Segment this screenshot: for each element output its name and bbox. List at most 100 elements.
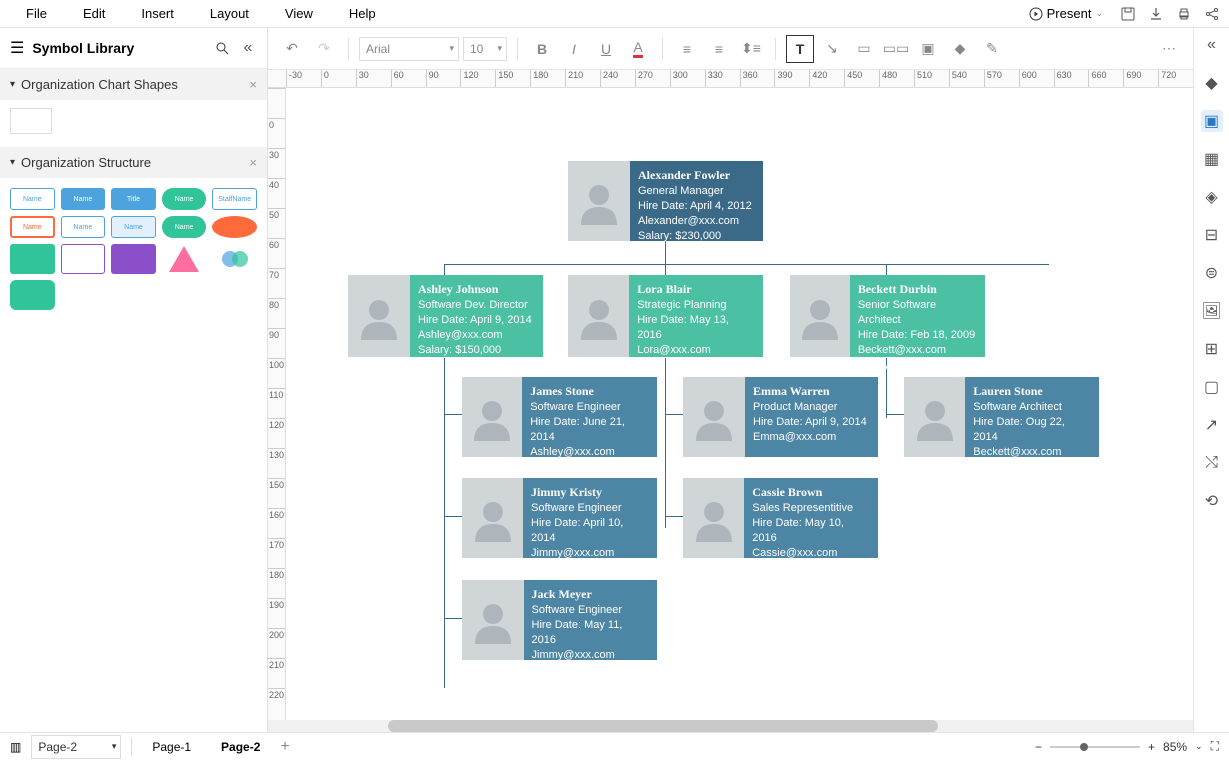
shape-thumbnail[interactable]: Name	[111, 216, 156, 238]
download-icon[interactable]	[1147, 5, 1165, 23]
shape-thumbnail[interactable]: Name	[61, 188, 106, 210]
distribute-button[interactable]: ▭▭	[882, 35, 910, 63]
org-node[interactable]: Alexander FowlerGeneral ManagerHire Date…	[568, 161, 763, 241]
page-layout-icon[interactable]: ▥	[10, 740, 21, 754]
layout-icon[interactable]: ⊞	[1201, 338, 1223, 360]
canvas[interactable]: Alexander FowlerGeneral ManagerHire Date…	[286, 88, 1193, 720]
shape-thumbnail[interactable]	[61, 244, 106, 274]
shape-thumbnail[interactable]: Name	[10, 188, 55, 210]
tab-page-1[interactable]: Page-1	[142, 736, 201, 758]
avatar	[348, 275, 410, 357]
zoom-slider[interactable]	[1050, 746, 1140, 748]
italic-button[interactable]: I	[560, 35, 588, 63]
underline-button[interactable]: U	[592, 35, 620, 63]
org-node[interactable]: Lora BlairStrategic PlanningHire Date: M…	[568, 275, 763, 357]
history-icon[interactable]: ⟲	[1201, 490, 1223, 512]
ruler-vertical: 0304050607080901001101201301501601701801…	[268, 88, 286, 720]
tab-page-2[interactable]: Page-2	[211, 736, 270, 758]
zoom-out-button[interactable]: −	[1035, 740, 1042, 754]
menu-layout[interactable]: Layout	[192, 2, 267, 25]
collapse-sidebar-icon[interactable]: «	[239, 39, 257, 57]
redo-button[interactable]: ↷	[310, 35, 338, 63]
shape-thumbnail[interactable]: Name	[61, 216, 106, 238]
right-rail: « ◆ ▣ ▦ ◈ ⊟ ⊜ 🖼 ⊞ ▢ ↗ ⤭ ⟲	[1193, 28, 1229, 732]
navigator-icon[interactable]: ▣	[1201, 110, 1223, 132]
text-tool-button[interactable]: T	[786, 35, 814, 63]
undo-button[interactable]: ↶	[278, 35, 306, 63]
panel-org-structure[interactable]: ▾ Organization Structure ×	[0, 147, 267, 178]
menu-edit[interactable]: Edit	[65, 2, 123, 25]
line-spacing-button[interactable]: ⬍≡	[737, 35, 765, 63]
play-icon	[1029, 7, 1043, 21]
more-button[interactable]: ⋯	[1155, 35, 1183, 63]
comments-icon[interactable]: ⊟	[1201, 224, 1223, 246]
zoom-level: 85%	[1163, 740, 1187, 754]
shape-thumbnail[interactable]: Title	[111, 188, 156, 210]
close-icon[interactable]: ×	[249, 77, 257, 92]
present-button[interactable]: Present ⌄	[1023, 4, 1109, 23]
panel-org-chart-shapes[interactable]: ▾ Organization Chart Shapes ×	[0, 69, 267, 100]
shape-thumbnail[interactable]	[162, 244, 207, 274]
expand-rail-icon[interactable]: «	[1201, 34, 1223, 56]
bold-button[interactable]: B	[528, 35, 556, 63]
search-icon[interactable]	[213, 39, 231, 57]
shape-thumbnail[interactable]: Name	[162, 188, 207, 210]
menu-insert[interactable]: Insert	[123, 2, 192, 25]
grid-icon[interactable]: ▦	[1201, 148, 1223, 170]
group-button[interactable]: ▣	[914, 35, 942, 63]
data-icon[interactable]: ⊜	[1201, 262, 1223, 284]
shape-thumbnail[interactable]	[10, 244, 55, 274]
image-icon[interactable]: 🖼	[1201, 300, 1223, 322]
connector-tool-button[interactable]: ↘	[818, 35, 846, 63]
shape-thumbnail[interactable]: Name	[162, 216, 207, 238]
close-icon[interactable]: ×	[249, 155, 257, 170]
org-node[interactable]: Ashley JohnsonSoftware Dev. DirectorHire…	[348, 275, 543, 357]
shape-thumbnail[interactable]: StaffName	[212, 188, 257, 210]
fill-icon[interactable]: ◆	[1201, 72, 1223, 94]
shape-thumbnail[interactable]: Name	[10, 216, 55, 238]
horizontal-scrollbar[interactable]	[268, 720, 1193, 732]
shape-thumbnail[interactable]	[111, 244, 156, 274]
share-icon[interactable]	[1203, 5, 1221, 23]
align-left-button[interactable]: ≡	[673, 35, 701, 63]
format-toolbar: ↶ ↷ Arial 10 B I U A ≡ ≡ ⬍≡ T ↘ ▭ ▭▭ ▣ ◆…	[268, 28, 1193, 70]
org-node[interactable]: Jimmy KristySoftware EngineerHire Date: …	[462, 478, 657, 558]
font-color-button[interactable]: A	[624, 35, 652, 63]
shape-thumbnail[interactable]	[212, 216, 257, 238]
org-node[interactable]: James StoneSoftware EngineerHire Date: J…	[462, 377, 657, 457]
menu-help[interactable]: Help	[331, 2, 394, 25]
menu-file[interactable]: File	[8, 2, 65, 25]
print-icon[interactable]	[1175, 5, 1193, 23]
fullscreen-button[interactable]: ⛶	[1211, 739, 1219, 754]
avatar	[462, 580, 524, 660]
org-node[interactable]: Emma WarrenProduct ManagerHire Date: Apr…	[683, 377, 878, 457]
shape-thumbnail[interactable]	[10, 108, 52, 134]
clipboard-icon[interactable]: ▢	[1201, 376, 1223, 398]
shuffle-icon[interactable]: ⤭	[1201, 452, 1223, 474]
align-center-button[interactable]: ≡	[705, 35, 733, 63]
symbol-library-sidebar: ☰ Symbol Library « ▾ Organization Chart …	[0, 28, 268, 732]
save-icon[interactable]	[1119, 5, 1137, 23]
chevron-down-icon[interactable]: ⌄	[1195, 741, 1203, 752]
avatar	[904, 377, 965, 457]
shape-align-button[interactable]: ▭	[850, 35, 878, 63]
shape-thumbnail[interactable]	[212, 244, 257, 274]
ruler-horizontal: -300306090120150180210240270300330360390…	[268, 70, 1193, 88]
zoom-in-button[interactable]: +	[1148, 740, 1155, 754]
font-size-select[interactable]: 10	[463, 37, 507, 61]
line-style-button[interactable]: ✎	[978, 35, 1006, 63]
org-node[interactable]: Beckett DurbinSenior Software ArchitectH…	[790, 275, 985, 357]
avatar	[568, 161, 630, 241]
sidebar-title: Symbol Library	[32, 40, 205, 56]
org-node[interactable]: Cassie BrownSales RepresentitiveHire Dat…	[683, 478, 878, 558]
shape-thumbnail[interactable]	[10, 280, 55, 310]
page-selector[interactable]: Page-2	[31, 735, 121, 759]
font-select[interactable]: Arial	[359, 37, 459, 61]
layers-icon[interactable]: ◈	[1201, 186, 1223, 208]
menu-view[interactable]: View	[267, 2, 331, 25]
org-node[interactable]: Lauren StoneSoftware ArchitectHire Date:…	[904, 377, 1099, 457]
link-icon[interactable]: ↗	[1201, 414, 1223, 436]
org-node[interactable]: Jack MeyerSoftware EngineerHire Date: Ma…	[462, 580, 657, 660]
add-page-button[interactable]: +	[280, 738, 289, 756]
fill-button[interactable]: ◆	[946, 35, 974, 63]
